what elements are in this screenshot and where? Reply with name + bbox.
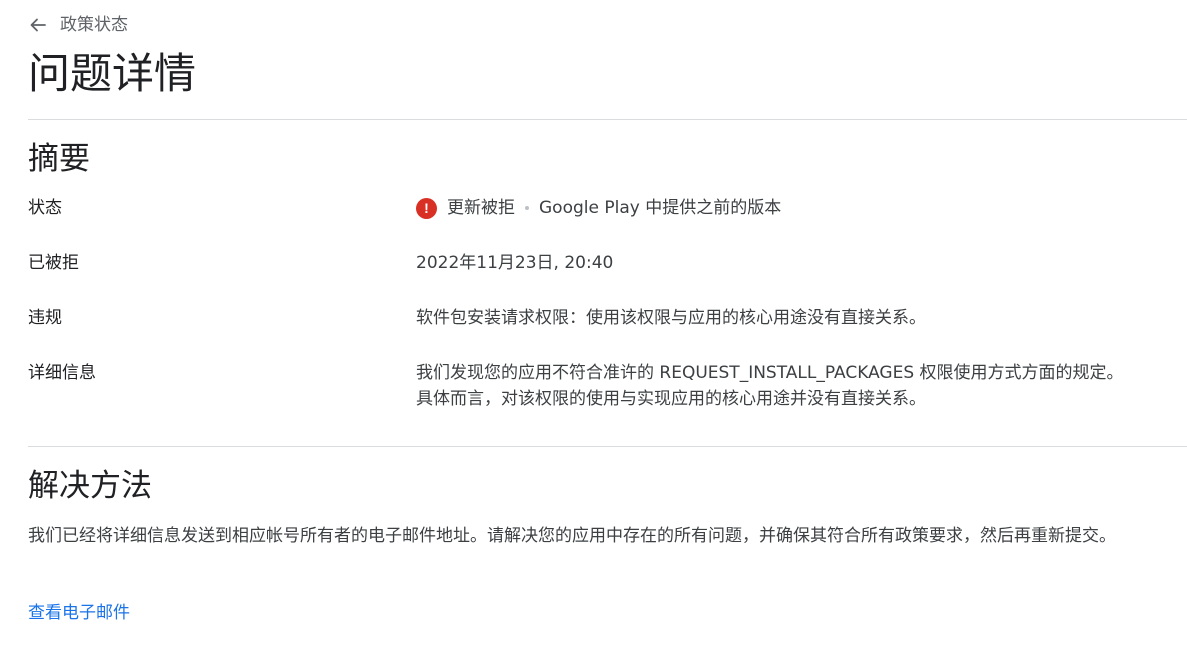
details-label: 详细信息 (28, 363, 96, 383)
details-line-1: 我们发现您的应用不符合准许的 REQUEST_INSTALL_PACKAGES … (416, 363, 1124, 383)
arrow-back-icon (30, 18, 46, 32)
rejected-date: 2022年11月23日, 20:40 (416, 253, 614, 273)
divider (28, 119, 1187, 120)
resolution-body: 我们已经将详细信息发送到相应帐号所有者的电子邮件地址。请解决您的应用中存在的所有… (28, 526, 1116, 546)
details-line-2: 具体而言，对该权限的使用与实现应用的核心用途并没有直接关系。 (416, 389, 926, 409)
status-note: Google Play 中提供之前的版本 (539, 198, 782, 218)
page-title: 问题详情 (28, 49, 197, 98)
details-value: 我们发现您的应用不符合准许的 REQUEST_INSTALL_PACKAGES … (416, 360, 1156, 412)
separator-dot (525, 206, 529, 210)
resolution-section-title: 解决方法 (28, 468, 152, 504)
back-link-label: 政策状态 (60, 15, 128, 35)
rejected-label: 已被拒 (28, 253, 79, 273)
status-label: 状态 (28, 198, 62, 218)
summary-section-title: 摘要 (28, 141, 90, 177)
violation-value: 软件包安装请求权限：使用该权限与应用的核心用途没有直接关系。 (416, 308, 926, 328)
status-value-row: ! 更新被拒 Google Play 中提供之前的版本 (416, 195, 1156, 221)
divider (28, 446, 1187, 447)
violation-label: 违规 (28, 308, 62, 328)
view-email-link[interactable]: 查看电子邮件 (28, 600, 130, 626)
back-link[interactable]: 政策状态 (28, 14, 128, 36)
status-text: 更新被拒 (447, 198, 515, 218)
error-icon: ! (416, 197, 437, 219)
